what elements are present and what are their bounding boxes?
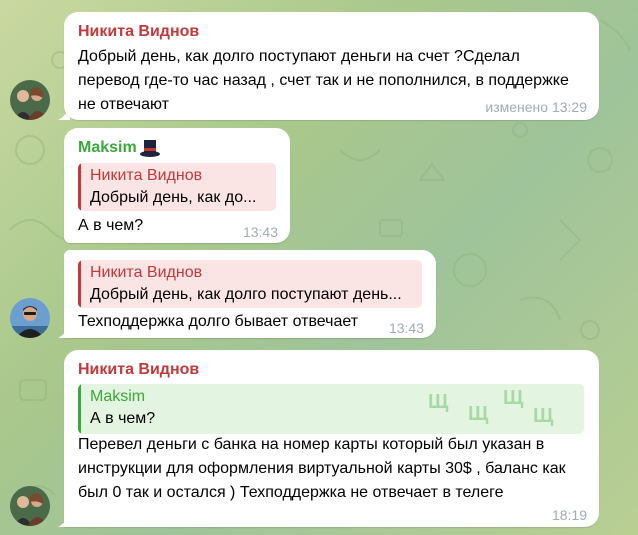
reply-watermark-glyph: Щ: [468, 403, 489, 425]
reply-sender: Никита Виднов: [90, 167, 203, 184]
top-hat-emoji-icon: [139, 140, 160, 157]
message-timestamp: изменено 13:29: [485, 99, 587, 115]
message-bubble[interactable]: Maksim Никита Виднов Добрый день, как до…: [64, 128, 290, 243]
reply-sender: Никита Виднов: [90, 264, 203, 281]
reply-quote[interactable]: Никита Виднов Добрый день, как долго пос…: [78, 260, 422, 308]
reply-watermark-glyph: Щ: [533, 405, 554, 427]
reply-watermark-glyph: Щ: [503, 387, 524, 409]
reply-quote[interactable]: Никита Виднов Добрый день, как до...: [78, 163, 276, 211]
avatar[interactable]: [10, 80, 50, 120]
message-sender[interactable]: Никита Виднов: [78, 359, 199, 381]
avatar[interactable]: [10, 298, 50, 338]
message-bubble[interactable]: Никита Виднов Добрый день, как долго пос…: [64, 250, 436, 338]
message-bubble[interactable]: Никита Виднов Maksim А в чем? Щ Щ Щ Щ Пе…: [64, 350, 599, 527]
message-text: А в чем?: [78, 217, 144, 234]
message-timestamp: 13:43: [242, 224, 278, 240]
message-bubble[interactable]: Никита Виднов Добрый день, как долго пос…: [64, 12, 599, 120]
message-timestamp: 13:43: [388, 320, 424, 336]
reply-text: Добрый день, как до...: [90, 189, 257, 206]
message-timestamp: 18:19: [551, 507, 587, 523]
avatar-photo-icon: [10, 80, 50, 120]
message-sender[interactable]: Maksim: [78, 137, 137, 159]
avatar-photo-icon: [10, 486, 50, 526]
reply-watermark-glyph: Щ: [428, 391, 449, 413]
message-text: Техподдержка долго бывает отвечает: [78, 313, 359, 330]
message-text: Перевел деньги с банка на номер карты ко…: [78, 436, 566, 501]
message-sender[interactable]: Никита Виднов: [78, 21, 199, 43]
reply-text: А в чем?: [90, 410, 156, 427]
avatar[interactable]: [10, 486, 50, 526]
reply-text: Добрый день, как долго поступают день...: [90, 286, 402, 303]
avatar-photo-icon: [10, 298, 50, 338]
reply-quote[interactable]: Maksim А в чем? Щ Щ Щ Щ: [78, 384, 584, 434]
